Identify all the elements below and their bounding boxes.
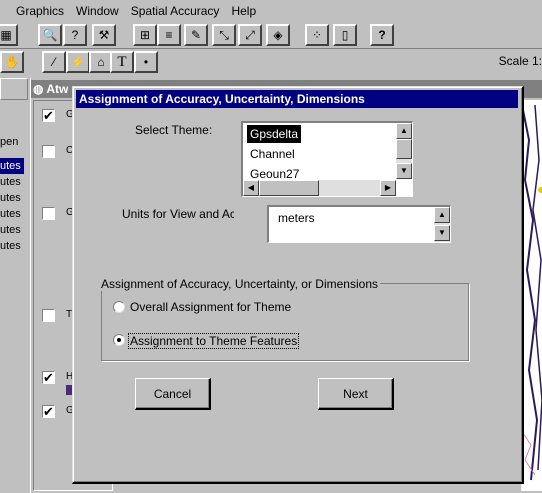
text-tool-button[interactable]: T (110, 51, 134, 73)
help-button[interactable]: ? (370, 24, 394, 46)
theme-checkbox[interactable] (42, 309, 55, 322)
feature-assignment-label[interactable]: Assignment to Theme Features (128, 333, 300, 349)
zoom-extent-icon[interactable]: ⤢ (238, 24, 262, 46)
globe-icon: ◍ (33, 82, 44, 96)
assignment-dialog: Assignment of Accuracy, Uncertainty, Dim… (72, 86, 524, 484)
map-features (521, 104, 542, 481)
theme-checkbox[interactable] (42, 207, 55, 220)
menu-graphics[interactable]: Graphics (0, 0, 70, 22)
theme-listbox[interactable]: Gpsdelta Channel Geoun27 ▲ ▼ ◀ ▶ (241, 121, 413, 197)
units-listbox[interactable]: meters ▲ ▼ (267, 205, 451, 243)
list-item[interactable]: utes (0, 222, 24, 238)
menu-bar: Graphics Window Spatial Accuracy Help (0, 0, 542, 22)
cancel-button[interactable]: Cancel (135, 378, 211, 410)
radio-selected-dot (117, 338, 121, 342)
scroll-up-icon[interactable]: ▲ (434, 207, 450, 223)
zoom-in-full-icon[interactable]: ⤡ (212, 24, 236, 46)
hammer-icon[interactable]: ⚒ (92, 24, 116, 46)
theme-vertical-scrollbar[interactable]: ▲ ▼ (396, 123, 412, 179)
theme-checkbox[interactable] (42, 145, 55, 158)
hotlink-icon[interactable]: ⚡ (66, 51, 90, 73)
list-item[interactable]: utes (0, 158, 24, 174)
scroll-right-icon[interactable]: ▶ (380, 180, 396, 196)
button-bar: ▦ 🔍 ? ⚒ ⊞ ≡ ✎ ⤡ ⤢ ◈ ⁘ ▯ ? (0, 22, 542, 48)
list-item[interactable]: utes (0, 174, 24, 190)
theme-horizontal-scrollbar[interactable]: ◀ ▶ (243, 180, 396, 196)
units-vertical-scrollbar[interactable]: ▲ ▼ (434, 207, 450, 242)
edit-legend-icon[interactable]: ✎ (184, 24, 208, 46)
dialog-title: Assignment of Accuracy, Uncertainty, Dim… (76, 90, 518, 108)
scroll-up-icon[interactable]: ▲ (396, 123, 412, 139)
scroll-down-icon[interactable]: ▼ (396, 163, 412, 179)
zoom-previous-icon[interactable]: ◈ (266, 24, 290, 46)
measure-icon[interactable]: ⁄ (42, 51, 66, 73)
overall-assignment-radio[interactable] (113, 301, 125, 313)
scroll-thumb[interactable] (396, 139, 412, 159)
layout-icon[interactable]: ▯ (333, 24, 357, 46)
help-icon: ? (378, 28, 386, 42)
list-item[interactable]: utes (0, 206, 24, 222)
theme-option[interactable]: Gpsdelta (247, 125, 302, 143)
point-tool-icon[interactable]: • (134, 51, 158, 73)
open-button[interactable]: pen (0, 134, 24, 150)
feature-assignment-radio[interactable] (113, 334, 125, 346)
text-tool-icon: T (117, 53, 127, 70)
project-window: pen utes utes utes utes utes utes (0, 78, 30, 493)
theme-checkbox[interactable]: ✔ (42, 371, 55, 384)
map-display[interactable] (521, 100, 542, 491)
theme-option[interactable]: Channel (247, 145, 298, 163)
query-icon[interactable]: ? (63, 24, 87, 46)
select-features-icon[interactable]: ⁘ (305, 24, 329, 46)
scroll-thumb[interactable] (259, 180, 319, 196)
theme-checkbox[interactable]: ✔ (42, 109, 55, 122)
scroll-down-icon[interactable]: ▼ (434, 225, 450, 241)
list-item[interactable]: utes (0, 238, 24, 254)
tool-bar: ✋ ⁄ ⚡ ⌂ T • Scale 1: (0, 48, 542, 74)
pan-hand-icon[interactable]: ✋ (0, 51, 24, 73)
menu-window[interactable]: Window (70, 0, 125, 22)
scroll-left-icon[interactable]: ◀ (243, 180, 259, 196)
assignment-groupbox (101, 283, 469, 361)
menu-help[interactable]: Help (225, 0, 262, 22)
select-theme-label: Select Theme: (135, 123, 213, 137)
binoculars-icon[interactable]: 🔍 (38, 24, 62, 46)
theme-properties-icon[interactable]: ≡ (157, 24, 181, 46)
overall-assignment-label[interactable]: Overall Assignment for Theme (130, 300, 291, 314)
menu-spatial-accuracy[interactable]: Spatial Accuracy (125, 0, 226, 22)
units-label: Units for View and Acc (122, 207, 234, 221)
units-option[interactable]: meters (275, 209, 318, 227)
assignment-group-label: Assignment of Accuracy, Uncertainty, or … (101, 277, 380, 291)
add-theme-icon[interactable]: ⊞ (133, 24, 157, 46)
scale-label: Scale 1: (498, 54, 542, 68)
view-window-title-text: Atw (46, 82, 69, 96)
project-window-tab (0, 78, 28, 100)
theme-checkbox[interactable]: ✔ (42, 405, 55, 418)
list-item[interactable]: utes (0, 190, 24, 206)
next-button[interactable]: Next (318, 378, 394, 410)
table-icon[interactable]: ▦ (0, 24, 18, 46)
